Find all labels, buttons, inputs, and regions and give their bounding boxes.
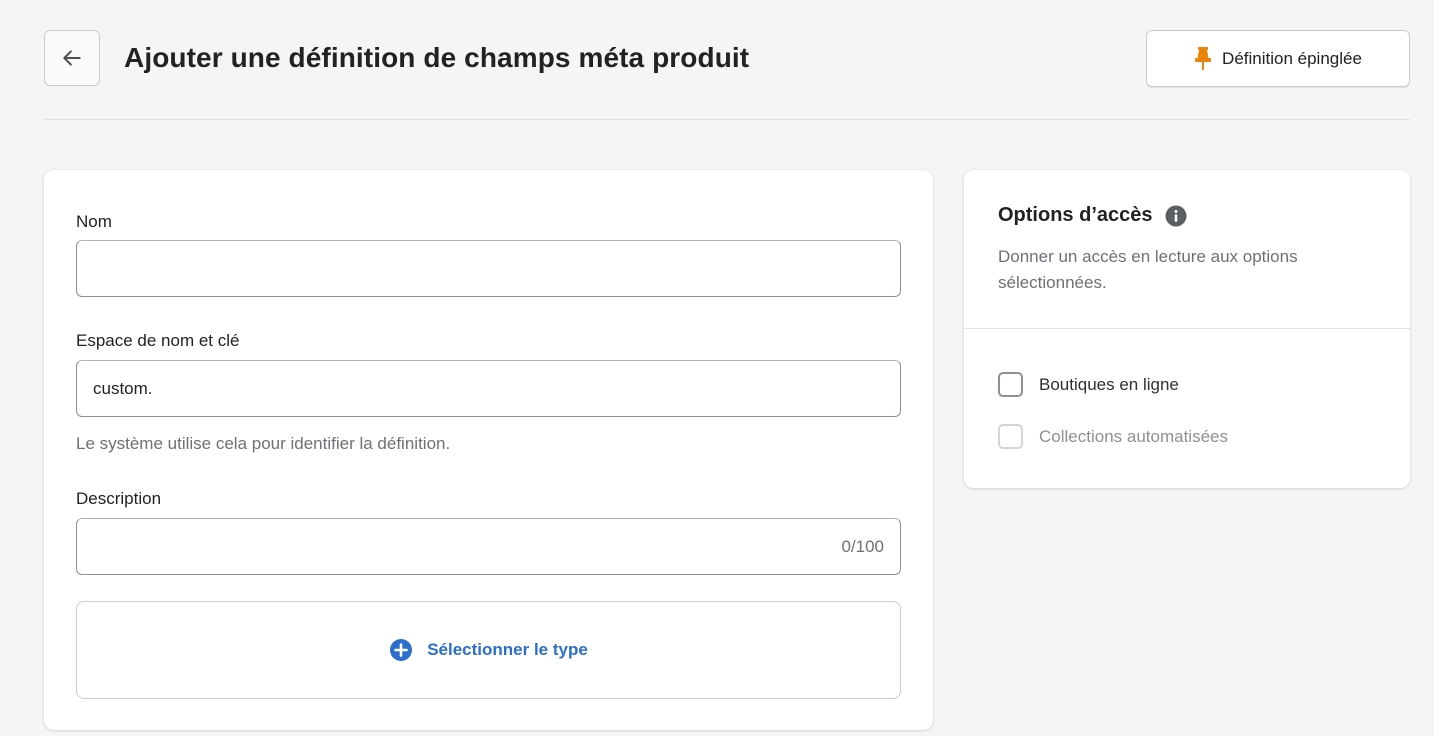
name-input[interactable] bbox=[76, 240, 901, 297]
online-store-label: Boutiques en ligne bbox=[1039, 374, 1179, 394]
access-options-card: Options d’accès Donner un accès en lectu… bbox=[964, 170, 1410, 488]
arrow-left-icon bbox=[63, 50, 81, 66]
access-options-heading: Options d’accès bbox=[998, 204, 1153, 226]
automated-collections-label: Collections automatisées bbox=[1039, 426, 1228, 446]
automated-collections-checkbox bbox=[998, 424, 1023, 449]
info-icon[interactable] bbox=[1165, 205, 1187, 227]
access-options-description: Donner un accès en lecture aux options s… bbox=[998, 247, 1298, 292]
name-label: Nom bbox=[76, 212, 112, 231]
select-type-label: Sélectionner le type bbox=[427, 640, 588, 659]
divider bbox=[964, 328, 1410, 329]
definition-form-card: Nom Espace de nom et clé custom. Le syst… bbox=[44, 170, 933, 730]
description-counter: 0/100 bbox=[841, 536, 884, 556]
description-label: Description bbox=[76, 489, 162, 508]
page-title: Ajouter une définition de champs méta pr… bbox=[124, 42, 750, 73]
namespace-label: Espace de nom et clé bbox=[76, 331, 240, 350]
description-input[interactable]: 0/100 bbox=[76, 518, 901, 575]
pinned-definition-button[interactable]: Définition épinglée bbox=[1146, 30, 1410, 87]
namespace-input[interactable]: custom. bbox=[76, 360, 901, 417]
back-button[interactable] bbox=[44, 30, 100, 86]
option-automated-collections: Collections automatisées bbox=[998, 424, 1228, 449]
online-store-checkbox[interactable] bbox=[998, 372, 1023, 397]
page-header: Ajouter une définition de champs méta pr… bbox=[44, 30, 1410, 120]
select-type-button[interactable]: Sélectionner le type bbox=[76, 601, 901, 699]
access-options-title: Options d’accès bbox=[998, 204, 1187, 227]
option-online-store[interactable]: Boutiques en ligne bbox=[998, 372, 1179, 397]
namespace-input-value: custom. bbox=[93, 378, 153, 398]
plus-circle-icon bbox=[390, 639, 413, 661]
pin-icon bbox=[1195, 46, 1212, 70]
namespace-help-text: Le système utilise cela pour identifier … bbox=[76, 434, 451, 453]
pinned-definition-label: Définition épinglée bbox=[1222, 48, 1362, 68]
